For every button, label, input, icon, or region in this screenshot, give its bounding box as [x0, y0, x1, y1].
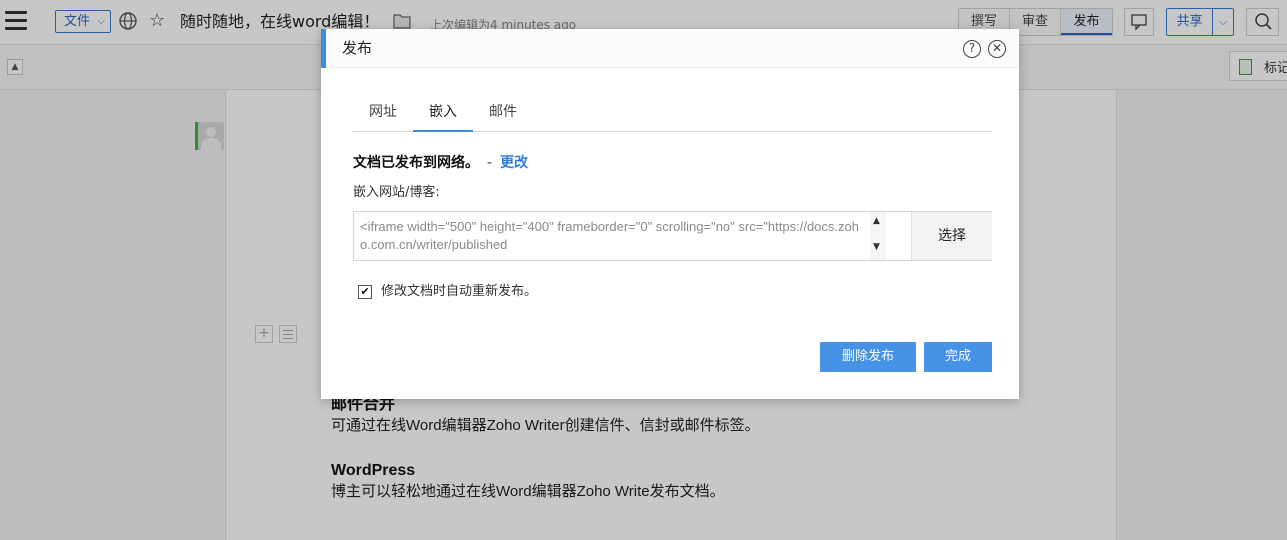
- publish-dialog: 发布 ? ✕ 网址 嵌入 邮件 文档已发布到网络。 - 更改 嵌入网站/博客: <i…: [321, 29, 1019, 399]
- embed-code-field[interactable]: <iframe width="500" height="400" framebo…: [360, 218, 866, 256]
- dialog-title: 发布: [342, 39, 373, 57]
- tab-email[interactable]: 邮件: [473, 99, 533, 132]
- tab-embed[interactable]: 嵌入: [413, 99, 473, 132]
- done-button[interactable]: 完成: [924, 342, 992, 372]
- auto-republish-checkbox[interactable]: ✔: [358, 285, 372, 299]
- change-link[interactable]: 更改: [500, 155, 528, 171]
- dialog-header: 发布 ? ✕: [326, 29, 1019, 68]
- publish-status: 文档已发布到网络。 - 更改: [353, 153, 528, 173]
- embed-code-box: <iframe width="500" height="400" framebo…: [353, 211, 992, 261]
- status-separator: -: [487, 155, 493, 171]
- select-button[interactable]: 选择: [911, 212, 992, 260]
- status-text: 文档已发布到网络。: [353, 155, 479, 171]
- publish-tabs: 网址 嵌入 邮件: [353, 99, 992, 132]
- close-icon[interactable]: ✕: [988, 40, 1006, 58]
- auto-republish-label[interactable]: 修改文档时自动重新发布。: [381, 283, 537, 301]
- scroll-down-icon[interactable]: ▼: [873, 242, 880, 252]
- tab-url[interactable]: 网址: [353, 99, 413, 132]
- embed-label: 嵌入网站/博客:: [353, 185, 440, 200]
- help-icon[interactable]: ?: [963, 40, 981, 58]
- unpublish-button[interactable]: 删除发布: [820, 342, 916, 372]
- scroll-up-icon[interactable]: ▲: [873, 216, 880, 226]
